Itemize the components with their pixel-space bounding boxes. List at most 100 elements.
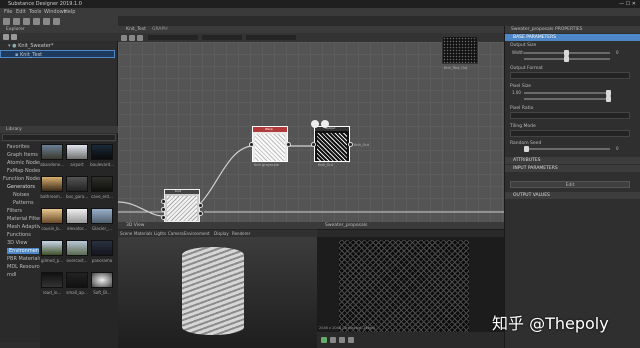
param-output-size-sub: Width: [512, 50, 524, 55]
env-thumb[interactable]: [41, 240, 63, 256]
view-tool-icon[interactable]: [330, 337, 336, 343]
view2d-texture[interactable]: [339, 240, 469, 338]
view3d-menu: Scene Materials Lights Camera Environmen…: [118, 230, 317, 237]
category-patterns[interactable]: Patterns: [13, 200, 34, 206]
param-tiling-mode-field[interactable]: [510, 130, 630, 137]
properties-tab[interactable]: PROPERTIES: [555, 27, 583, 32]
category-graph-items[interactable]: Graph Items: [7, 152, 38, 158]
param-output-size-slider[interactable]: [524, 50, 610, 56]
node-output-port[interactable]: [198, 211, 203, 216]
node-thumbnail: [255, 134, 285, 161]
env-thumb[interactable]: [91, 144, 113, 160]
param-pixel-ratio-field[interactable]: [510, 112, 630, 119]
env-thumb[interactable]: [66, 240, 88, 256]
view3d-menu-scene[interactable]: Scene: [120, 231, 132, 236]
param-pixel-size-slider[interactable]: [524, 96, 611, 102]
section-output-values[interactable]: OUTPUT VALUES: [505, 192, 640, 199]
node-output-port[interactable]: [348, 142, 353, 147]
view-tool-icon[interactable]: [321, 337, 327, 343]
node-input-port[interactable]: [161, 207, 166, 212]
graph-node-output[interactable]: Output: [314, 126, 350, 162]
view-tool-icon[interactable]: [339, 337, 345, 343]
node-input-port[interactable]: [161, 215, 166, 220]
category-environments[interactable]: Environments: [7, 248, 39, 254]
graph-node-source[interactable]: Knit: [164, 189, 200, 222]
node-input-port[interactable]: [311, 142, 316, 147]
param-pixel-size-slider[interactable]: [524, 90, 611, 96]
explorer-graph[interactable]: ▪ Knit_Test: [0, 50, 115, 58]
env-thumb[interactable]: [91, 240, 113, 256]
category-mesh-adaptive[interactable]: Mesh Adaptive: [7, 224, 44, 230]
view3d-menu-environment[interactable]: Environment: [184, 231, 210, 236]
thumb-label: bus_gara...: [65, 194, 89, 199]
thumb-label: bathroom...: [40, 194, 64, 199]
category-functions[interactable]: Functions: [7, 232, 31, 238]
category-material-filters[interactable]: Material Filters: [7, 216, 44, 222]
param-output-format-field[interactable]: [510, 72, 630, 79]
env-thumb[interactable]: [91, 208, 113, 224]
env-thumb[interactable]: [91, 272, 113, 288]
category-pbr-materials[interactable]: PBR Materials: [7, 256, 41, 262]
output-badge-icon[interactable]: [321, 120, 329, 128]
view-tool-icon[interactable]: [348, 337, 354, 343]
env-thumb[interactable]: [66, 208, 88, 224]
slider-knob[interactable]: [564, 56, 569, 62]
param-random-seed-slider[interactable]: [524, 146, 610, 152]
env-thumb[interactable]: [66, 176, 88, 192]
category-fxmap-nodes[interactable]: FxMap Nodes: [7, 168, 41, 174]
env-thumb[interactable]: [41, 144, 63, 160]
node-output-port[interactable]: [198, 203, 203, 208]
param-output-size-slider[interactable]: [524, 56, 610, 62]
library-search[interactable]: [2, 134, 116, 141]
category-mdl[interactable]: mdl: [7, 272, 16, 278]
menu-edit[interactable]: Edit: [16, 9, 26, 15]
node-output-port[interactable]: [286, 142, 291, 147]
view3d-viewport[interactable]: [118, 237, 317, 348]
view3d-menu-camera[interactable]: Camera: [168, 231, 184, 236]
node-caption: Knit_Out: [318, 163, 333, 167]
save-package-icon[interactable]: [11, 34, 17, 40]
category-atomic-nodes[interactable]: Atomic Nodes: [7, 160, 42, 166]
env-thumb[interactable]: [91, 176, 113, 192]
export-icon[interactable]: [43, 18, 50, 25]
view3d-menu-renderer[interactable]: Renderer: [232, 231, 250, 236]
new-icon[interactable]: [3, 18, 10, 25]
save-icon[interactable]: [23, 18, 30, 25]
menu-file[interactable]: File: [4, 9, 12, 15]
new-package-icon[interactable]: [3, 34, 9, 40]
category-favorites[interactable]: Favorites: [7, 144, 30, 150]
open-icon[interactable]: [13, 18, 20, 25]
menu-help[interactable]: Help: [64, 9, 75, 15]
category-function-nodes[interactable]: Function Nodes: [3, 176, 42, 182]
env-thumb[interactable]: [41, 208, 63, 224]
import-icon[interactable]: [33, 18, 40, 25]
section-base-parameters[interactable]: BASE PARAMETERS: [505, 34, 640, 41]
node-input-port[interactable]: [249, 142, 254, 147]
category-generators[interactable]: Generators: [7, 184, 35, 190]
category-filters[interactable]: Filters: [7, 208, 22, 214]
slider-knob[interactable]: [524, 146, 529, 152]
env-thumb[interactable]: [41, 272, 63, 288]
view3d-menu-materials[interactable]: Materials: [134, 231, 152, 236]
explorer-package[interactable]: ▾ ● Knit_Sweater*: [0, 42, 115, 50]
category-3d-view[interactable]: 3D View: [7, 240, 28, 246]
node-input-port[interactable]: [161, 199, 166, 204]
layout-icon[interactable]: [53, 18, 60, 25]
menu-windows[interactable]: Windows: [44, 9, 66, 15]
view3d-menu-lights[interactable]: Lights: [154, 231, 166, 236]
node-caption: Knit grayscale: [254, 163, 279, 167]
graph-node-warp[interactable]: Warp: [252, 126, 288, 162]
env-thumb[interactable]: [66, 144, 88, 160]
view2d-title: Sweater_proposals: [325, 223, 368, 228]
menu-tools[interactable]: Tools: [29, 9, 41, 15]
slider-knob[interactable]: [606, 96, 611, 102]
env-thumb[interactable]: [66, 272, 88, 288]
section-input-parameters[interactable]: INPUT PARAMETERS: [505, 165, 640, 172]
category-noises[interactable]: Noises: [13, 192, 29, 198]
window-controls[interactable]: — ☐ ✕: [619, 1, 636, 7]
env-thumb[interactable]: [41, 176, 63, 192]
output-badge-icon[interactable]: [311, 120, 319, 128]
edit-button[interactable]: Edit: [510, 181, 630, 188]
section-attributes[interactable]: ATTRIBUTES: [505, 157, 640, 164]
view3d-menu-display[interactable]: Display: [214, 231, 229, 236]
